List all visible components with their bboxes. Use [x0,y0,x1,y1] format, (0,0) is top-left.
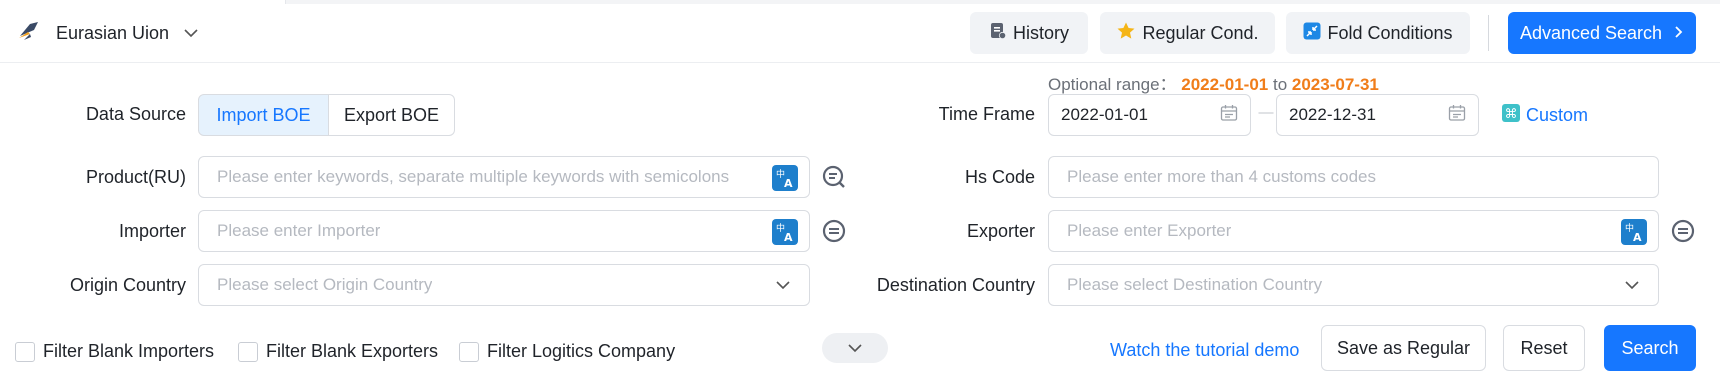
header-divider-line [0,62,1720,63]
keyword-search-icon[interactable] [821,164,847,190]
regular-label: Regular Cond. [1142,22,1259,43]
optional-range-to: to [1272,75,1288,94]
destination-country-select[interactable]: Please select Destination Country [1048,264,1659,306]
calendar-icon [1448,104,1466,127]
exporter-label: Exporter [966,221,1035,241]
chevron-right-icon [1674,23,1684,44]
product-input[interactable]: Please enter keywords, separate multiple… [198,156,810,198]
optional-range-prefix: Optional range： [1048,75,1177,94]
checkbox-box[interactable] [459,341,479,362]
export-boe-option[interactable]: Export BOE [329,94,455,136]
filter-label: Filter Logitics Company [487,341,676,361]
exporter-input[interactable]: Please enter Exporter [1048,210,1659,252]
time-frame-label: Time Frame [938,104,1035,124]
end-date-value: 2022-12-31 [1289,105,1376,124]
expand-more-button[interactable] [822,333,888,363]
checkbox-box[interactable] [15,341,35,362]
fold-conditions-button[interactable]: Fold Conditions [1286,12,1470,54]
translate-icon[interactable]: 中A [1621,219,1647,245]
regular-conditions-button[interactable]: Regular Cond. [1100,12,1275,54]
hs-code-input[interactable]: Please enter more than 4 customs codes [1048,156,1659,198]
svg-text:⌘: ⌘ [1505,107,1518,122]
filter-label: Filter Blank Importers [43,341,215,361]
svg-text:A: A [784,177,793,189]
active-tab-indicator [0,0,286,4]
region-name: Eurasian Uion [56,22,170,43]
svg-text:A: A [1633,231,1642,243]
custom-range-button[interactable]: ⌘ Custom [1502,104,1588,127]
top-tab-strip [0,0,1720,4]
svg-text:A: A [784,231,793,243]
origin-country-select[interactable]: Please select Origin Country [198,264,810,306]
logo-icon [16,18,42,49]
hs-code-label: Hs Code [964,167,1035,187]
fold-icon [1303,22,1321,45]
translate-icon[interactable]: 中A [772,219,798,245]
advanced-search-button[interactable]: Advanced Search [1508,12,1696,54]
calendar-icon [1220,104,1238,127]
checkbox-box[interactable] [238,341,258,362]
chevron-down-icon [1624,275,1640,295]
importer-input[interactable]: Please enter Importer [198,210,810,252]
tutorial-link[interactable]: Watch the tutorial demo [1110,340,1299,361]
filter-label: Filter Blank Exporters [266,341,439,361]
hs-code-placeholder: Please enter more than 4 customs codes [1067,167,1376,186]
history-icon [989,22,1007,45]
keyword-search-icon[interactable] [821,218,847,244]
star-icon [1116,21,1136,46]
header-divider [1488,15,1489,51]
filter-blank-importers-checkbox[interactable]: Filter Blank Importers [15,341,214,362]
fold-label: Fold Conditions [1327,22,1453,43]
optional-range-end: 2023-07-31 [1291,75,1379,94]
optional-range-start: 2022-01-01 [1181,75,1269,94]
filter-logistics-company-checkbox[interactable]: Filter Logitics Company [459,341,675,362]
importer-label: Importer [118,221,186,241]
chevron-down-icon [847,338,863,358]
reset-button[interactable]: Reset [1503,325,1585,371]
advanced-label: Advanced Search [1519,22,1663,43]
end-date-input[interactable]: 2022-12-31 [1276,94,1479,136]
save-as-regular-button[interactable]: Save as Regular [1321,325,1486,371]
custom-label: Custom [1526,105,1589,125]
keyword-search-icon[interactable] [1670,218,1696,244]
import-boe-option[interactable]: Import BOE [198,94,329,136]
history-button[interactable]: History [970,12,1088,54]
destination-country-placeholder: Please select Destination Country [1067,275,1323,294]
filter-blank-exporters-checkbox[interactable]: Filter Blank Exporters [238,341,438,362]
data-source-label: Data Source [85,104,186,124]
product-label: Product(RU) [85,167,186,187]
origin-country-label: Origin Country [69,275,186,295]
start-date-value: 2022-01-01 [1061,105,1148,124]
exporter-placeholder: Please enter Exporter [1067,221,1232,240]
date-separator: — [1258,104,1274,121]
optional-range: Optional range： 2022-01-01 to 2023-07-31 [1048,70,1379,95]
chevron-down-icon [775,275,791,295]
translate-icon[interactable]: 中A [772,165,798,191]
history-label: History [1012,22,1069,43]
start-date-input[interactable]: 2022-01-01 [1048,94,1251,136]
origin-country-placeholder: Please select Origin Country [217,275,433,294]
destination-country-label: Destination Country [876,275,1035,295]
region-selector[interactable]: Eurasian Uion [16,18,199,48]
search-button[interactable]: Search [1604,325,1696,371]
product-placeholder: Please enter keywords, separate multiple… [217,167,730,186]
custom-icon: ⌘ [1502,104,1520,127]
chevron-down-icon [183,23,199,43]
importer-placeholder: Please enter Importer [217,221,381,240]
